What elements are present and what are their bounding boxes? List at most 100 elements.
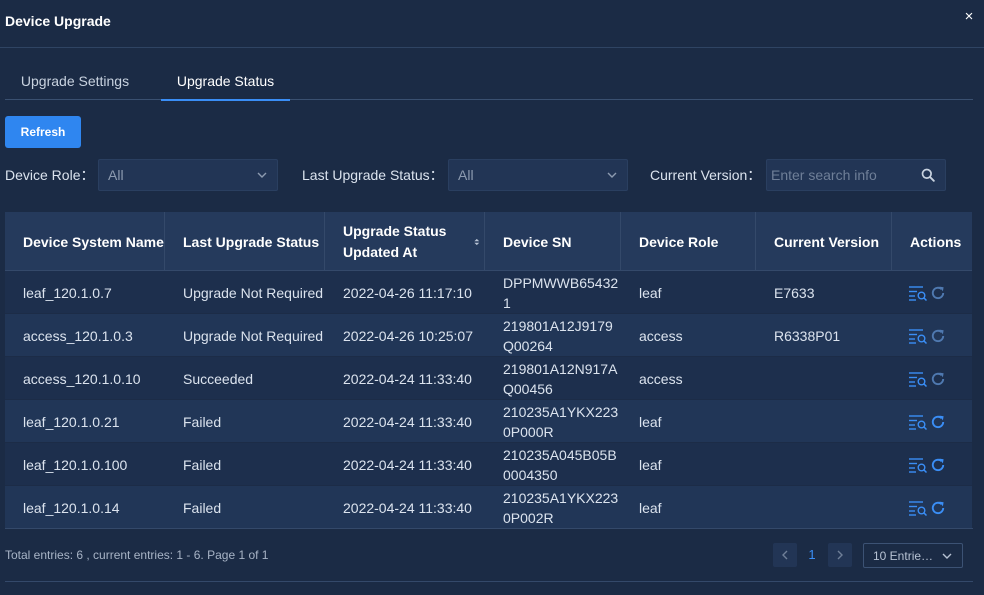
- chevron-left-icon: [782, 550, 788, 560]
- cell-device-role: leaf: [639, 284, 662, 301]
- device-role-value: All: [108, 167, 124, 183]
- current-version-search: [766, 159, 946, 191]
- cell-device-sn: 210235A1YKX2230P000R: [503, 403, 619, 440]
- refresh-icon[interactable]: [930, 414, 946, 430]
- table-row: leaf_120.1.0.100 Failed 2022-04-24 11:33:4…: [5, 443, 972, 486]
- cell-updated-at: 2022-04-26 11:17:10: [343, 284, 472, 301]
- pagination-summary: Total entries: 6 , current entries: 1 - …: [5, 548, 269, 562]
- cell-device-system-name: access_120.1.0.3: [23, 327, 133, 344]
- cell-updated-at: 2022-04-26 10:25:07: [343, 327, 473, 344]
- list-search-icon[interactable]: [908, 327, 928, 345]
- pagination-bar: Total entries: 6 , current entries: 1 - …: [5, 528, 973, 582]
- table-row: leaf_120.1.0.21 Failed 2022-04-24 11:33:40…: [5, 400, 972, 443]
- cell-device-system-name: leaf_120.1.0.14: [23, 499, 120, 516]
- cell-updated-at: 2022-04-24 11:33:40: [343, 499, 472, 516]
- current-version-input[interactable]: [767, 160, 917, 190]
- cell-current-version: [756, 357, 892, 400]
- cell-actions: [892, 486, 972, 529]
- cell-current-version: [756, 443, 892, 486]
- cell-actions: [892, 271, 972, 314]
- cell-device-system-name: leaf_120.1.0.7: [23, 284, 112, 301]
- cell-device-role: leaf: [639, 456, 662, 473]
- cell-current-version: [756, 486, 892, 529]
- table-row: access_120.1.0.10 Succeeded 2022-04-24 11:…: [5, 357, 972, 400]
- last-upgrade-status-value: All: [458, 167, 474, 183]
- table-row: leaf_120.1.0.7 Upgrade Not Required 2022-0…: [5, 271, 972, 314]
- search-icon[interactable]: [921, 168, 935, 182]
- column-header-current-version: Current Version: [756, 212, 892, 271]
- chevron-down-icon: [607, 172, 617, 178]
- cell-device-system-name: leaf_120.1.0.21: [23, 413, 120, 430]
- refresh-icon[interactable]: [930, 328, 946, 344]
- column-header-device-sn: Device SN: [485, 212, 621, 271]
- prev-page-button[interactable]: [773, 543, 797, 567]
- chevron-right-icon: [837, 550, 843, 560]
- last-upgrade-status-select[interactable]: All: [448, 159, 628, 191]
- table-body: leaf_120.1.0.7 Upgrade Not Required 2022-0…: [5, 271, 972, 529]
- column-header-device-system-name: Device System Name: [5, 212, 165, 271]
- cell-device-role: leaf: [639, 499, 662, 516]
- tab-upgrade-status[interactable]: Upgrade Status: [161, 62, 290, 101]
- table-row: leaf_120.1.0.14 Failed 2022-04-24 11:33:40…: [5, 486, 972, 529]
- list-search-icon[interactable]: [908, 413, 928, 431]
- refresh-icon[interactable]: [930, 457, 946, 473]
- chevron-down-icon: [942, 553, 952, 559]
- list-search-icon[interactable]: [908, 284, 928, 302]
- cell-actions: [892, 443, 972, 486]
- cell-device-sn: 219801A12N917AQ00456: [503, 360, 618, 397]
- cell-device-system-name: leaf_120.1.0.100: [23, 456, 128, 473]
- cell-device-role: leaf: [639, 413, 662, 430]
- cell-last-upgrade-status: Failed: [183, 499, 222, 516]
- cell-last-upgrade-status: Succeeded: [183, 370, 254, 387]
- cell-last-upgrade-status: Failed: [183, 413, 222, 430]
- cell-current-version: R6338P01: [774, 327, 841, 344]
- column-header-updated-at[interactable]: Upgrade Status Updated At: [325, 212, 485, 271]
- cell-last-upgrade-status: Upgrade Not Required: [183, 327, 324, 344]
- refresh-icon[interactable]: [930, 285, 946, 301]
- chevron-down-icon: [257, 172, 267, 178]
- cell-actions: [892, 357, 972, 400]
- list-search-icon[interactable]: [908, 456, 928, 474]
- list-search-icon[interactable]: [908, 499, 928, 517]
- sort-icon[interactable]: [474, 237, 480, 247]
- cell-actions: [892, 314, 972, 357]
- page-size-value: 10 Entries/Page: [873, 549, 939, 563]
- upgrade-status-table: Device System Name Last Upgrade Status U…: [5, 212, 972, 529]
- current-version-label: Current Version：: [650, 167, 762, 183]
- table-row: access_120.1.0.3 Upgrade Not Required 2022…: [5, 314, 972, 357]
- cell-current-version: E7633: [774, 284, 815, 301]
- last-upgrade-status-label: Last Upgrade Status：: [302, 167, 444, 183]
- dialog-title: Device Upgrade: [5, 13, 111, 29]
- column-header-last-upgrade-status: Last Upgrade Status: [165, 212, 325, 271]
- cell-device-system-name: access_120.1.0.10: [23, 370, 141, 387]
- cell-updated-at: 2022-04-24 11:33:40: [343, 456, 472, 473]
- list-search-icon[interactable]: [908, 370, 928, 388]
- page-size-select[interactable]: 10 Entries/Page: [863, 543, 963, 568]
- cell-updated-at: 2022-04-24 11:33:40: [343, 413, 472, 430]
- close-icon[interactable]: ×: [962, 9, 976, 25]
- cell-updated-at: 2022-04-24 11:33:40: [343, 370, 472, 387]
- cell-device-sn: DPPMWWB654321: [503, 274, 619, 311]
- refresh-icon[interactable]: [930, 371, 946, 387]
- cell-actions: [892, 400, 972, 443]
- cell-device-sn: 219801A12J9179Q00264: [503, 317, 613, 354]
- table-header: Device System Name Last Upgrade Status U…: [5, 212, 972, 271]
- tab-upgrade-settings[interactable]: Upgrade Settings: [5, 62, 145, 100]
- cell-device-sn: 210235A045B05B0004350: [503, 446, 617, 483]
- column-header-updated-at-label: Upgrade Status Updated At: [343, 222, 447, 260]
- column-header-actions: Actions: [910, 233, 962, 250]
- dialog-header: Device Upgrade ×: [0, 0, 984, 48]
- cell-device-sn: 210235A1YKX2230P002R: [503, 489, 619, 526]
- next-page-button[interactable]: [828, 543, 852, 567]
- device-role-select[interactable]: All: [98, 159, 278, 191]
- device-role-label: Device Role：: [5, 167, 95, 183]
- column-header-device-role: Device Role: [621, 212, 756, 271]
- cell-current-version: [756, 400, 892, 443]
- page-number-current[interactable]: 1: [803, 543, 821, 567]
- refresh-button[interactable]: Refresh: [5, 116, 81, 148]
- tab-bar: Upgrade Settings Upgrade Status: [5, 62, 973, 101]
- refresh-icon[interactable]: [930, 500, 946, 516]
- cell-device-role: access: [639, 327, 683, 344]
- cell-last-upgrade-status: Failed: [183, 456, 222, 473]
- cell-last-upgrade-status: Upgrade Not Required: [183, 284, 324, 301]
